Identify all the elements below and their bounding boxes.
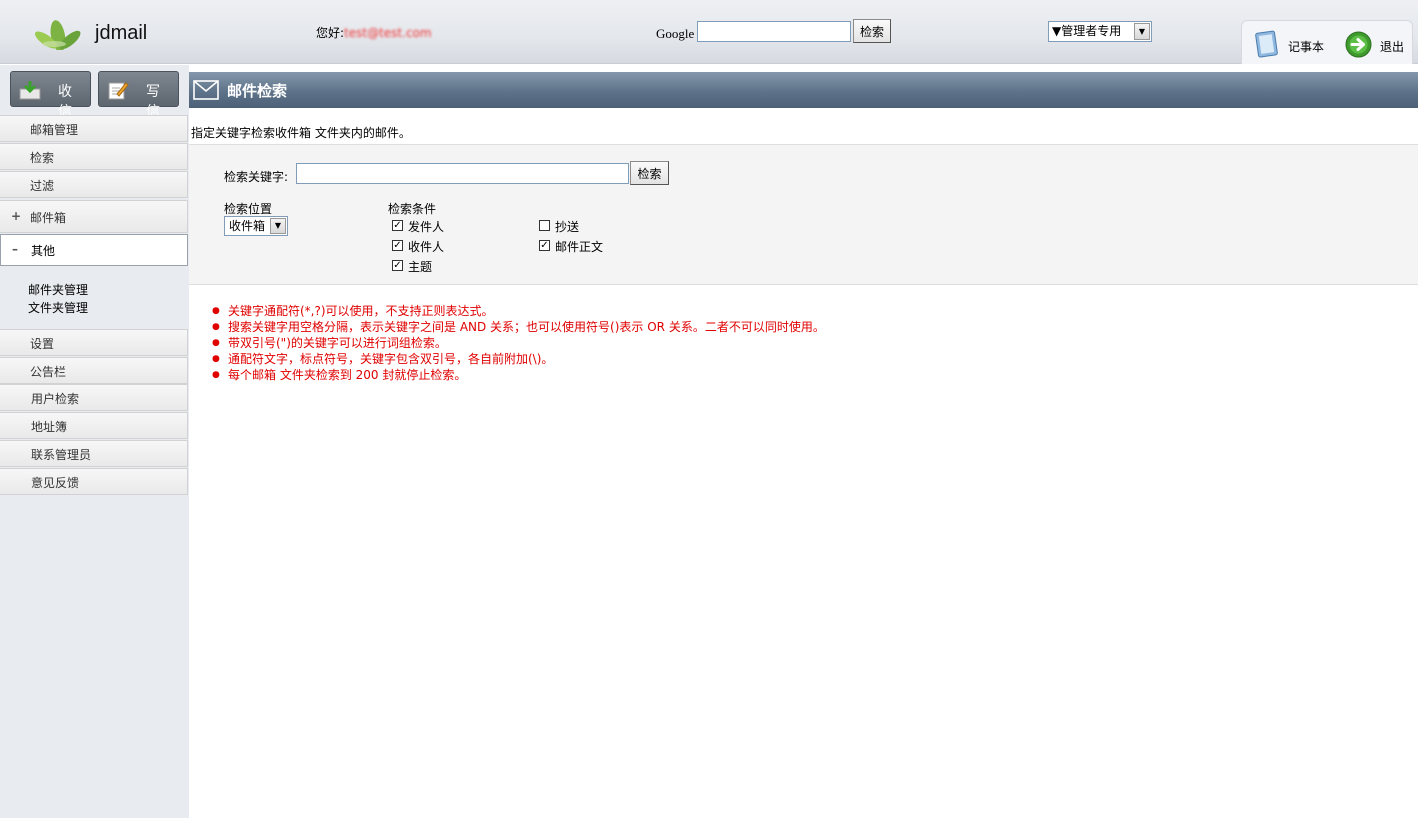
note-item: 每个邮箱 文件夹检索到 200 封就停止检索。 (212, 367, 825, 383)
location-label: 检索位置 (224, 202, 273, 216)
search-button[interactable]: 检索 (630, 161, 669, 185)
admin-select[interactable]: ▼管理者专用 ▼ (1048, 21, 1152, 42)
sidebar-item-label: 用户检索 (31, 392, 80, 406)
note-item: 带双引号(")的关键字可以进行词组检索。 (212, 335, 825, 351)
sidebar-item-label: 地址簿 (31, 420, 68, 434)
greeting: 您好:test@test.com (316, 24, 432, 41)
collapse-minus-icon: – (12, 242, 18, 256)
greeting-user: test@test.com (344, 26, 432, 40)
search-panel: 检索关键字: 检索 检索位置 收件箱 ▼ 检索条件 ✓ 发件人 ✓ 收件人 ✓ … (189, 144, 1418, 285)
sidebar-item-mailbox-management[interactable]: 邮箱管理 (0, 115, 188, 142)
top-header: jdmail 您好:test@test.com Google 检索 ▼管理者专用… (0, 0, 1418, 64)
page-title: 邮件检索 (227, 82, 288, 100)
search-notes-list: 关键字通配符(*,?)可以使用，不支持正则表达式。 搜索关键字用空格分隔，表示关… (212, 303, 825, 383)
inbox-download-icon (19, 81, 41, 100)
inbox-button[interactable]: 收 信 (10, 71, 91, 119)
sidebar: 收 信 写 信 邮箱管理 检索 过滤 + 邮件箱 – 其他 邮件夹管理 文件夹管… (0, 65, 189, 818)
condition-label: 收件人 (408, 240, 445, 254)
keyword-input[interactable] (296, 163, 629, 184)
sidebar-item-label: 邮箱管理 (30, 123, 79, 137)
top-actions: 记事本 退出 (1241, 20, 1413, 64)
admin-select-value: ▼管理者专用 (1052, 24, 1122, 38)
chevron-down-icon: ▼ (270, 218, 286, 234)
sidebar-item-label: 联系管理员 (31, 448, 92, 462)
greeting-label: 您好: (316, 26, 345, 40)
note-item: 通配符文字，标点符号，关键字包含双引号，各自前附加(\)。 (212, 351, 825, 367)
notepad-icon[interactable] (1254, 29, 1280, 59)
logout-icon[interactable] (1345, 31, 1372, 58)
sidebar-item-label: 邮件箱 (30, 211, 67, 225)
sidebar-item-contact-admin[interactable]: 联系管理员 (0, 440, 188, 467)
compose-button[interactable]: 写 信 (98, 71, 179, 119)
sidebar-subitem-mail-folder-management[interactable]: 邮件夹管理 (28, 281, 88, 298)
sidebar-item-search[interactable]: 检索 (0, 143, 188, 170)
sidebar-item-bulletin[interactable]: 公告栏 (0, 357, 188, 384)
sidebar-item-filter[interactable]: 过滤 (0, 171, 188, 198)
google-search-button[interactable]: 检索 (853, 19, 891, 43)
sidebar-item-settings[interactable]: 设置 (0, 329, 188, 356)
logout-link[interactable]: 退出 (1380, 38, 1404, 55)
expand-plus-icon: + (11, 209, 22, 223)
checkbox-box[interactable]: ✓ (392, 240, 403, 251)
note-item: 搜索关键字用空格分隔，表示关键字之间是 AND 关系；也可以使用符号()表示 O… (212, 319, 825, 335)
google-label: Google (656, 26, 695, 41)
page-title-bar: 邮件检索 (189, 72, 1418, 108)
location-select[interactable]: 收件箱 ▼ (224, 216, 288, 236)
sidebar-item-other[interactable]: – 其他 (0, 234, 188, 266)
google-search-input[interactable] (697, 21, 851, 42)
sidebar-subitem-file-folder-management[interactable]: 文件夹管理 (28, 299, 88, 316)
sidebar-item-label: 设置 (30, 337, 55, 351)
keyword-label: 检索关键字: (224, 170, 289, 184)
conditions-label: 检索条件 (388, 202, 437, 216)
checkbox-box[interactable]: ✓ (392, 260, 403, 271)
sidebar-item-address-book[interactable]: 地址簿 (0, 412, 188, 439)
condition-label: 邮件正文 (555, 240, 604, 254)
note-item: 关键字通配符(*,?)可以使用，不支持正则表达式。 (212, 303, 825, 319)
notepad-link[interactable]: 记事本 (1288, 38, 1324, 55)
checkbox-box[interactable]: ✓ (392, 220, 403, 231)
envelope-icon (193, 80, 219, 100)
chevron-down-icon: ▼ (1134, 23, 1150, 40)
location-select-value: 收件箱 (229, 219, 266, 233)
checkbox-box[interactable]: ✓ (539, 240, 550, 251)
checkbox-box[interactable] (539, 220, 550, 231)
sidebar-item-feedback[interactable]: 意见反馈 (0, 468, 188, 495)
sidebar-item-label: 公告栏 (30, 365, 67, 379)
compose-pencil-icon (108, 82, 129, 100)
condition-label: 发件人 (408, 220, 445, 234)
condition-label: 主题 (408, 260, 433, 274)
sidebar-item-mailboxes[interactable]: + 邮件箱 (0, 200, 188, 233)
condition-label: 抄送 (555, 220, 580, 234)
sidebar-item-label: 其他 (31, 244, 56, 258)
sidebar-item-label: 过滤 (30, 179, 55, 193)
sidebar-item-user-search[interactable]: 用户检索 (0, 384, 188, 411)
app-logo-text: jdmail (95, 22, 148, 44)
sidebar-item-label: 检索 (30, 151, 55, 165)
page-description: 指定关键字检索收件箱 文件夹内的邮件。 (191, 126, 411, 140)
sidebar-item-label: 意见反馈 (31, 476, 80, 490)
